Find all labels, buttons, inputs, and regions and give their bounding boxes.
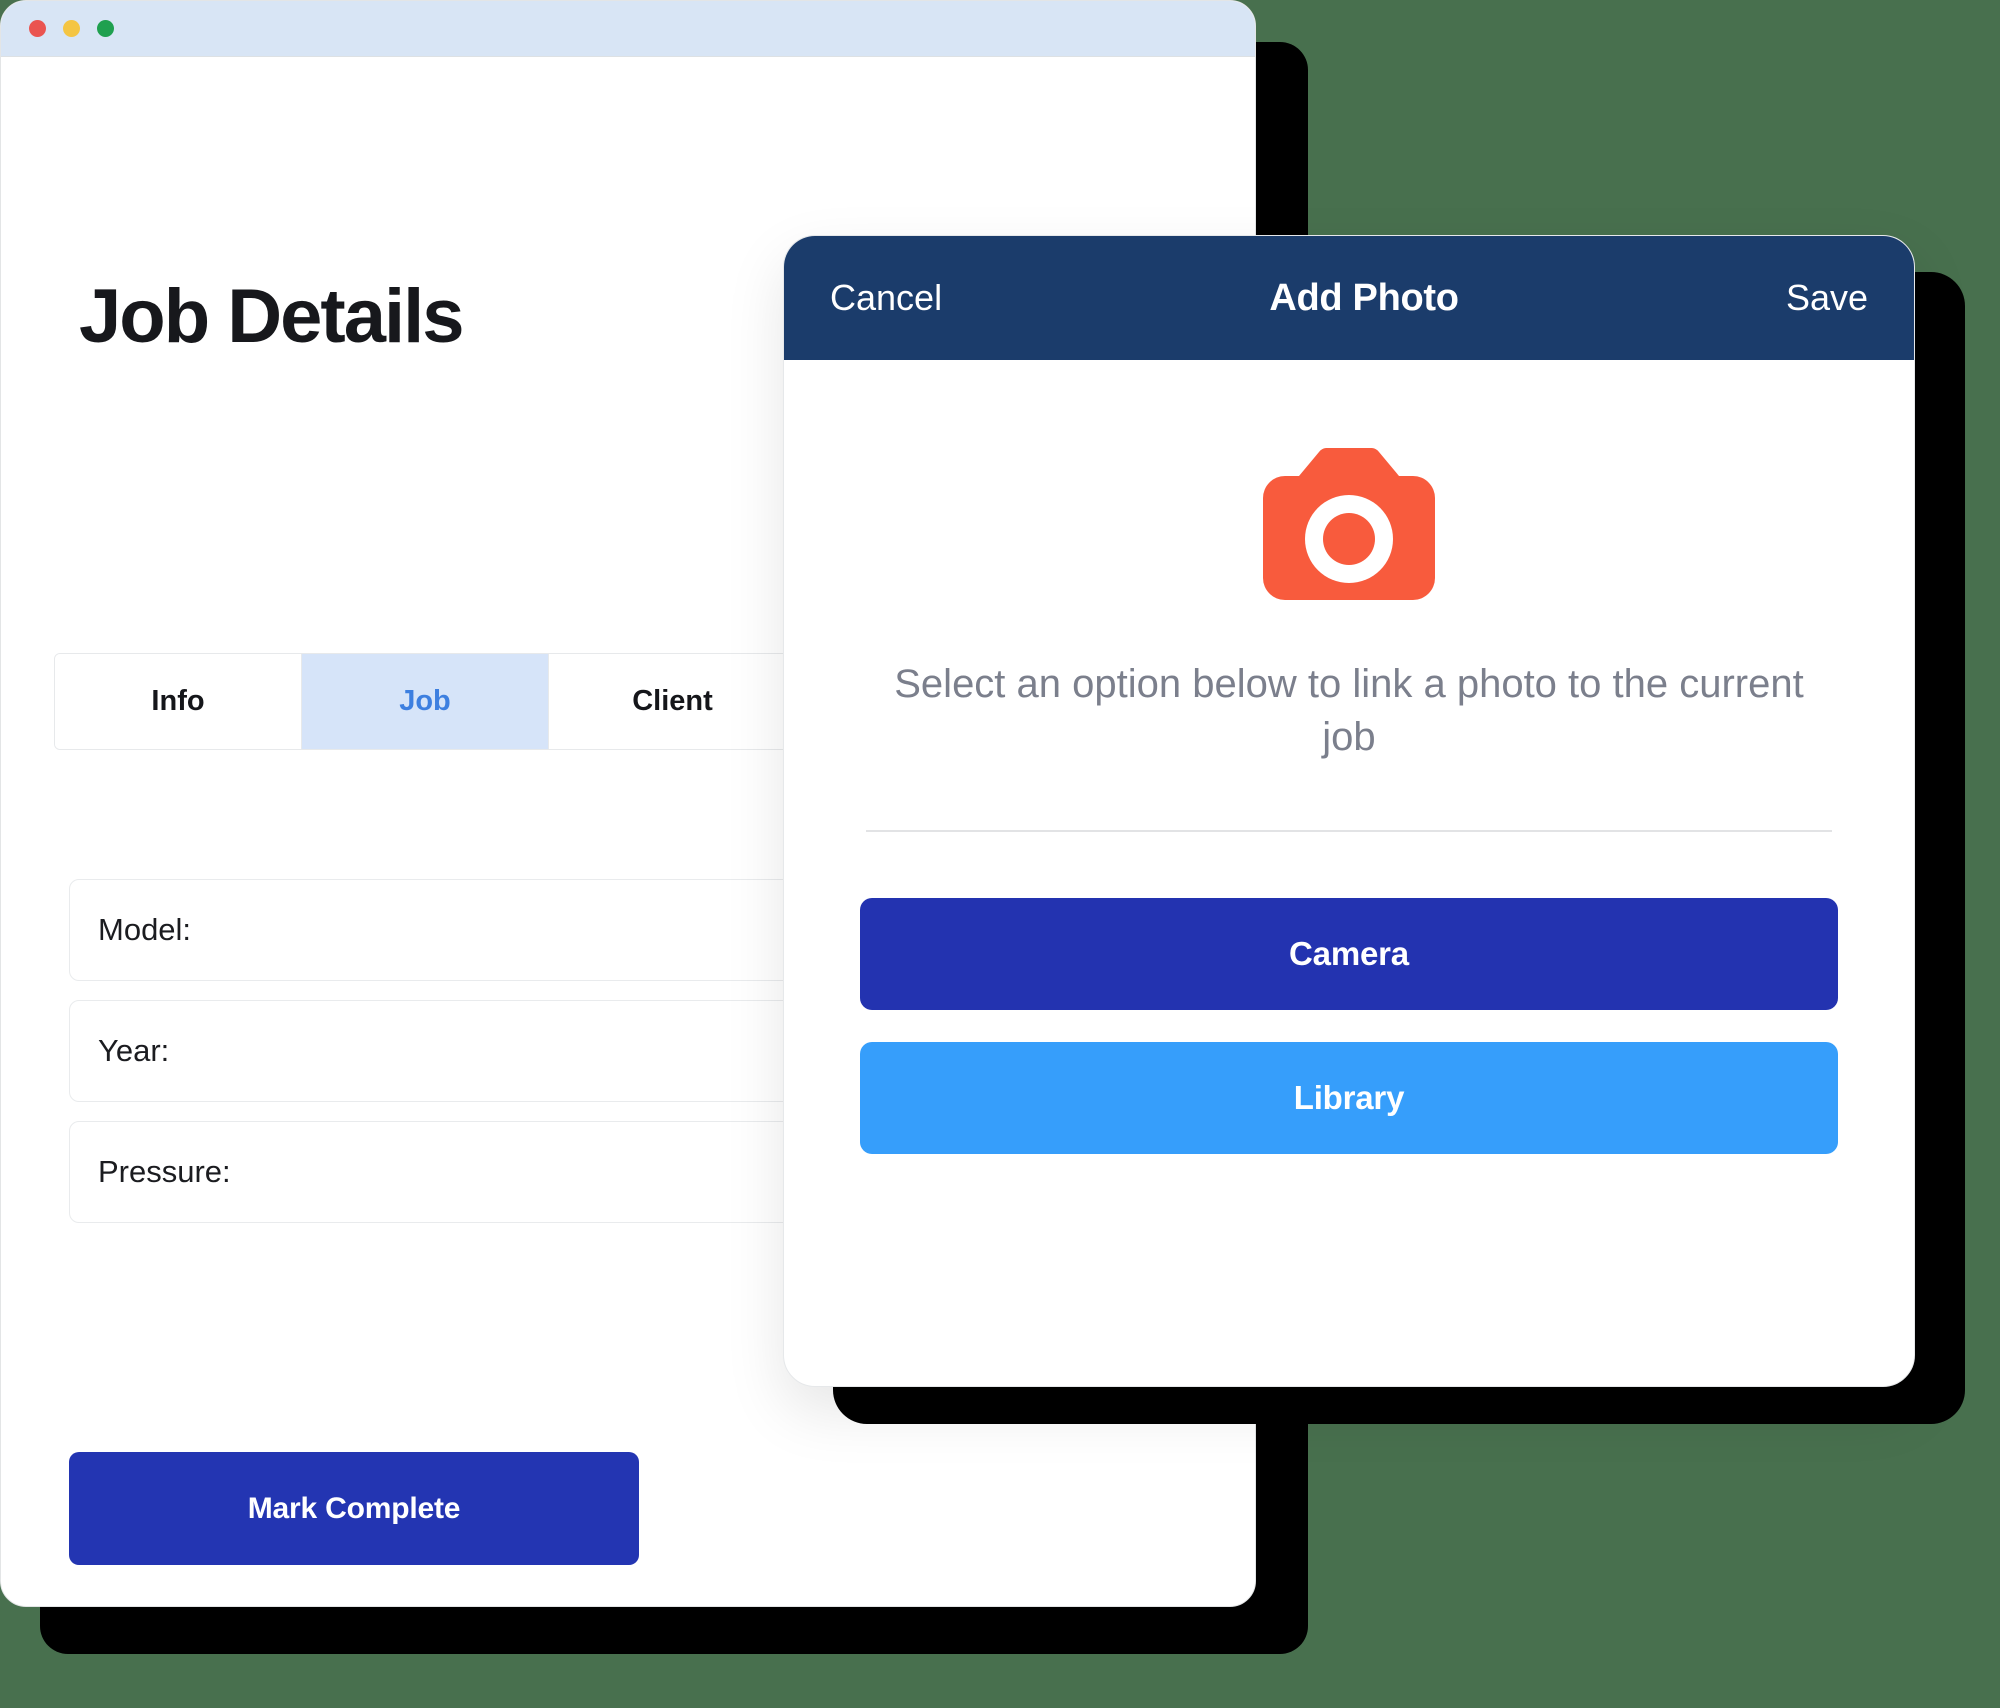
- tab-client-label: Client: [632, 685, 713, 717]
- add-photo-modal: Cancel Add Photo Save Select an option b…: [783, 235, 1915, 1387]
- library-button[interactable]: Library: [860, 1041, 1838, 1154]
- modal-description: Select an option below to link a photo t…: [894, 662, 1804, 759]
- modal-action-list: Camera Library: [860, 897, 1838, 1154]
- camera-button[interactable]: Camera: [860, 897, 1838, 1010]
- tab-job-label: Job: [399, 685, 451, 717]
- tab-client[interactable]: Client: [549, 654, 796, 749]
- modal-header: Cancel Add Photo Save: [784, 236, 1914, 360]
- save-button[interactable]: Save: [1786, 277, 1868, 319]
- browser-titlebar: [1, 1, 1255, 57]
- modal-title: Add Photo: [1269, 276, 1459, 319]
- field-pressure-label: Pressure:: [98, 1154, 231, 1189]
- cancel-button[interactable]: Cancel: [830, 277, 942, 319]
- tab-info[interactable]: Info: [55, 654, 302, 749]
- modal-body: Select an option below to link a photo t…: [784, 444, 1914, 1154]
- window-close-button[interactable]: [29, 20, 46, 37]
- window-minimize-button[interactable]: [63, 20, 80, 37]
- field-year-label: Year:: [98, 1033, 170, 1068]
- field-model-label: Model:: [98, 912, 192, 947]
- tab-job[interactable]: Job: [302, 654, 549, 749]
- tab-info-label: Info: [151, 685, 205, 717]
- screen: Job Details Info Job Client Model: Year:…: [0, 0, 2000, 1708]
- window-maximize-button[interactable]: [97, 20, 114, 37]
- mark-complete-button[interactable]: Mark Complete: [69, 1452, 639, 1565]
- camera-icon: [1263, 448, 1435, 600]
- page-title: Job Details: [79, 274, 464, 359]
- camera-icon-container: [860, 444, 1838, 604]
- modal-divider: [866, 829, 1832, 832]
